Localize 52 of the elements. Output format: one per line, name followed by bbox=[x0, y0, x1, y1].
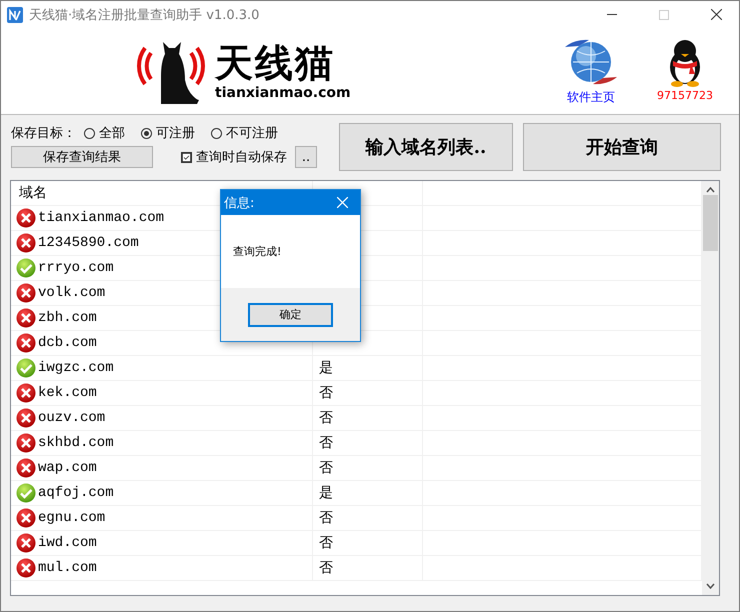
ok-button[interactable]: 确定 bbox=[248, 302, 333, 326]
column-header[interactable]: 域名 bbox=[19, 184, 47, 202]
domain-cell: skhbd.com bbox=[38, 435, 114, 451]
logo-name: 天线猫 bbox=[215, 41, 335, 85]
scrollbar-thumb[interactable] bbox=[703, 195, 718, 251]
domain-cell: tianxianmao.com bbox=[38, 210, 164, 226]
domain-cell: kek.com bbox=[38, 385, 97, 401]
app-icon bbox=[7, 6, 23, 22]
radio-label[interactable]: 不可注册 bbox=[226, 124, 278, 142]
radio-button[interactable] bbox=[84, 128, 95, 138]
radio-button[interactable] bbox=[211, 128, 222, 138]
domain-cell: mul.com bbox=[38, 560, 97, 576]
dialog-title: 信息: bbox=[224, 194, 254, 212]
status-cell: 否 bbox=[319, 384, 333, 402]
status-cell: 是 bbox=[319, 359, 333, 377]
window-title: 天线猫·域名注册批量查询助手 v1.0.3.0 bbox=[29, 6, 260, 24]
save-target-label: 保存目标： bbox=[11, 125, 76, 142]
homepage-link[interactable]: 软件主页 bbox=[567, 88, 615, 106]
radio-label[interactable]: 可注册 bbox=[156, 124, 195, 142]
status-cell: 否 bbox=[319, 409, 333, 427]
contact-number-link[interactable]: 97157723 bbox=[657, 88, 713, 102]
scroll-up-icon[interactable] bbox=[706, 187, 715, 193]
domain-cell: aqfoj.com bbox=[38, 485, 114, 501]
status-cell: 否 bbox=[319, 534, 333, 552]
browse-button[interactable]: .. bbox=[295, 146, 317, 168]
status-cell: 否 bbox=[319, 459, 333, 477]
domain-cell: 12345890.com bbox=[38, 235, 139, 251]
dialog-message: 查询完成! bbox=[233, 244, 282, 259]
input-domains-button[interactable]: 输入域名列表.. bbox=[339, 123, 513, 171]
radio-label[interactable]: 全部 bbox=[99, 124, 125, 142]
status-cell: 否 bbox=[319, 559, 333, 577]
domain-cell: volk.com bbox=[38, 285, 106, 301]
domain-cell: zbh.com bbox=[38, 310, 97, 326]
domain-cell: ouzv.com bbox=[38, 410, 106, 426]
save-results-button[interactable]: 保存查询结果 bbox=[11, 146, 153, 168]
scroll-down-icon[interactable] bbox=[706, 583, 715, 589]
domain-cell: rrryo.com bbox=[38, 260, 114, 276]
status-cell: 否 bbox=[319, 434, 333, 452]
domain-cell: egnu.com bbox=[38, 510, 106, 526]
logo-site: tianxianmao.com bbox=[215, 85, 351, 101]
checkbox[interactable] bbox=[181, 152, 192, 162]
domain-cell: iwgzc.com bbox=[38, 360, 114, 376]
start-query-button[interactable]: 开始查询 bbox=[523, 123, 721, 171]
close-icon[interactable] bbox=[710, 9, 722, 20]
domain-cell: dcb.com bbox=[38, 335, 97, 351]
radio-button[interactable] bbox=[141, 128, 152, 138]
status-cell: 否 bbox=[319, 509, 333, 527]
domain-cell: iwd.com bbox=[38, 535, 97, 551]
status-cell: 是 bbox=[319, 484, 333, 502]
domain-cell: wap.com bbox=[38, 460, 97, 476]
checkbox-label[interactable]: 查询时自动保存 bbox=[196, 148, 287, 166]
maximize-icon bbox=[659, 10, 669, 20]
